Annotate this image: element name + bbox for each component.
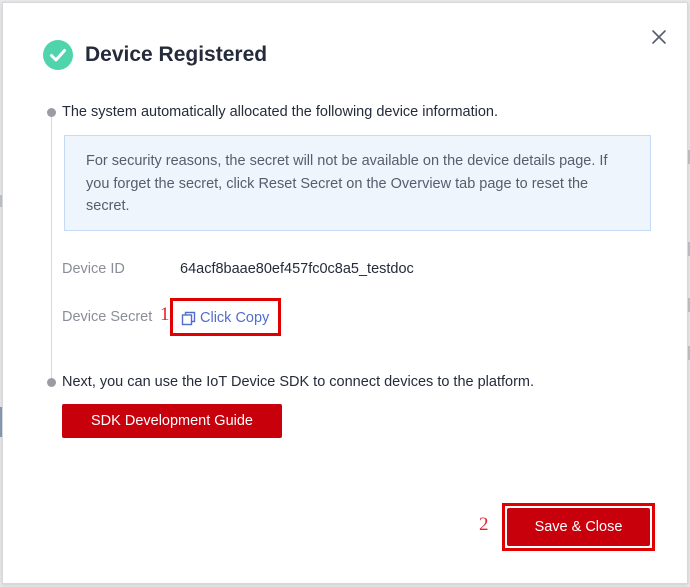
click-copy-link[interactable]: Click Copy bbox=[181, 308, 269, 328]
success-check-icon bbox=[43, 40, 73, 70]
device-registered-dialog: Device Registered The system automatical… bbox=[2, 2, 688, 584]
step-1-text: The system automatically allocated the f… bbox=[62, 104, 499, 120]
annotation-marker-2: 2 bbox=[479, 514, 489, 535]
click-copy-label: Click Copy bbox=[200, 310, 270, 326]
device-id-value: 64acf8baae80ef457fc0c8a5_testdoc bbox=[180, 261, 414, 277]
copy-icon bbox=[181, 311, 196, 326]
security-notice: For security reasons, the secret will no… bbox=[64, 135, 651, 231]
device-secret-label: Device Secret bbox=[62, 309, 153, 325]
step-timeline bbox=[51, 117, 52, 383]
close-icon[interactable] bbox=[650, 28, 668, 46]
annotation-marker-1: 1 bbox=[160, 304, 170, 325]
save-and-close-button[interactable]: Save & Close bbox=[507, 508, 650, 546]
device-id-label: Device ID bbox=[62, 261, 125, 277]
step-2-dot bbox=[47, 378, 56, 387]
sdk-development-guide-button[interactable]: SDK Development Guide bbox=[62, 404, 282, 438]
step-2-text: Next, you can use the IoT Device SDK to … bbox=[62, 374, 535, 390]
dialog-title: Device Registered bbox=[85, 43, 268, 66]
step-1-dot bbox=[47, 108, 56, 117]
